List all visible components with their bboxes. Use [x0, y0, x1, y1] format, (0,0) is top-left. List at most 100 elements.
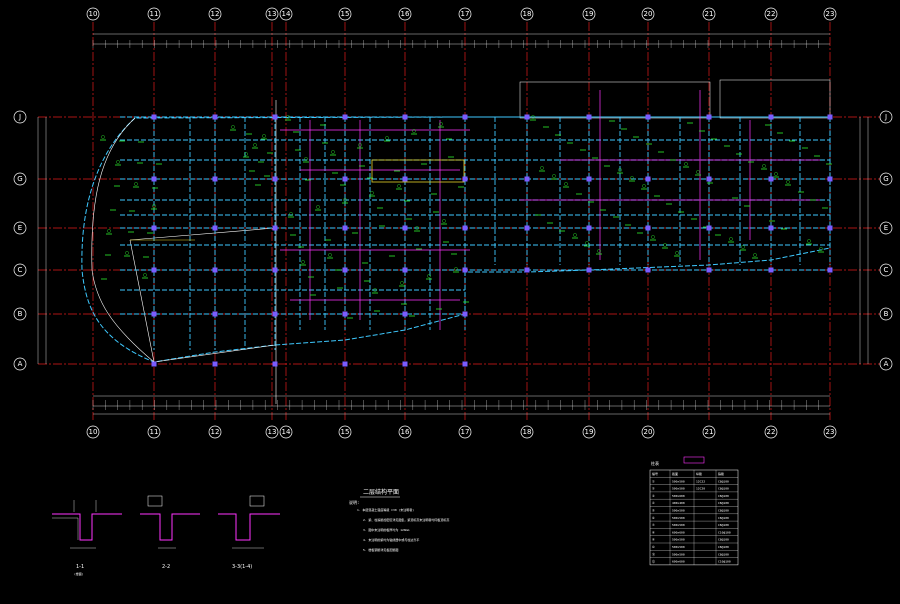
rebar-callout — [442, 219, 446, 223]
column — [645, 225, 651, 231]
column — [342, 267, 348, 273]
rebar-callout — [400, 281, 404, 285]
rebar-callout — [774, 172, 778, 176]
column — [768, 225, 774, 231]
column — [212, 176, 218, 182]
table-cell: 500x500 — [672, 516, 685, 520]
column — [272, 311, 278, 317]
column-schedule-table: 柱表 编号 截面 纵筋 箍筋 ① 500x500 12C22 C8@100 ② 500x500 12… — [649, 456, 739, 566]
section-detail-2: 2-2 — [140, 495, 200, 570]
table-cell: 500x600 — [672, 494, 685, 498]
column — [462, 311, 468, 317]
beam-layout — [120, 90, 831, 350]
column — [524, 225, 530, 231]
notes-heading: 说明: — [349, 499, 359, 505]
table-cell: C8@100 — [718, 523, 729, 527]
rebar-callout — [675, 251, 679, 255]
axis-bubble-label: 20 — [644, 10, 653, 18]
axis-bubble-label: 22 — [767, 428, 776, 436]
axis-bubble-label: 10 — [89, 10, 98, 18]
rebar-callout — [696, 170, 700, 174]
column — [342, 114, 348, 120]
axis-bubble-label: 18 — [523, 10, 532, 18]
axis-bubble-label: 12 — [211, 428, 220, 436]
table-cell: 纵筋 — [696, 471, 702, 476]
column — [586, 225, 592, 231]
column — [151, 176, 157, 182]
table-cell: 12C22 — [696, 479, 705, 483]
column — [151, 267, 157, 273]
axis-bubble-label: G — [883, 175, 888, 183]
section-label: 1-1 — [76, 564, 84, 570]
rebar-callout — [642, 184, 646, 188]
column — [212, 361, 218, 367]
column — [827, 225, 833, 231]
upper-wing-2 — [719, 79, 831, 119]
column — [524, 114, 530, 120]
table-cell: 500x500 — [672, 538, 685, 542]
column — [342, 311, 348, 317]
table-cell: C8@100 — [718, 552, 729, 556]
column — [151, 225, 157, 231]
table-cell: 12C20 — [696, 487, 705, 491]
cad-drawing-canvas: 10 10 11 11 12 12 13 13 14 14 15 15 16 16 17 17 18 18 19 19… — [13, 7, 893, 576]
rebar-callout — [143, 273, 147, 277]
axis-bubble-label: 22 — [767, 10, 776, 18]
rebar-callout — [573, 233, 577, 237]
section-label: 2-2 — [162, 564, 170, 570]
table-cell: ⑪ — [652, 551, 655, 556]
table-cell: ⑦ — [652, 523, 655, 527]
building-outline — [81, 79, 831, 404]
column — [706, 114, 712, 120]
dimension-lines — [37, 33, 869, 415]
axis-bubble-label: 15 — [341, 10, 350, 18]
rebar-callout — [301, 260, 305, 264]
rebar-callout — [116, 160, 120, 164]
note-line: 5. 楼板钢筋详见板配筋图 — [363, 547, 398, 552]
column — [402, 267, 408, 273]
table-cell: ⑨ — [652, 538, 655, 542]
column — [706, 225, 712, 231]
column — [212, 267, 218, 273]
column — [645, 114, 651, 120]
note-line: 4. 未注明的梁均为轴线居中或与柱边齐平 — [363, 537, 419, 542]
column — [272, 267, 278, 273]
section-sub: (楼面) — [74, 571, 84, 576]
table-cell: 500x500 — [672, 479, 685, 483]
rebar-callout — [729, 237, 733, 241]
column — [402, 361, 408, 367]
table-cell: ④ — [652, 501, 655, 505]
axis-bubble-label: 13 — [268, 428, 277, 436]
table-cell: C8@100 — [718, 494, 729, 498]
table-cell: ① — [652, 479, 655, 483]
table-legend-swatch — [683, 456, 705, 464]
column — [645, 176, 651, 182]
column — [151, 311, 157, 317]
rebar-callout — [540, 166, 544, 170]
note-line: 1. 本层混凝土强度等级 C30 (未注明者) — [357, 507, 414, 512]
axis-bubble-label: A — [884, 360, 889, 368]
column — [272, 225, 278, 231]
axis-bubble-label: J — [18, 113, 21, 121]
rebar-callout — [125, 251, 129, 255]
column — [151, 361, 157, 367]
table-cell: ⑥ — [652, 516, 655, 520]
axis-bubble-label: G — [17, 175, 22, 183]
table-cell: 500x500 — [672, 487, 685, 491]
table-cell: 截面 — [672, 471, 678, 476]
table-cell: C8@100 — [718, 487, 729, 491]
axis-bubble-label: 19 — [585, 428, 594, 436]
table-cell: C8@100 — [718, 545, 729, 549]
rebar-callout — [786, 180, 790, 184]
table-cell: 400x400 — [672, 501, 685, 505]
axis-bubble-label: C — [884, 266, 889, 274]
table-cell: C8@100 — [718, 501, 729, 505]
table-cell: 箍筋 — [718, 471, 724, 476]
rebar-callout — [585, 241, 589, 245]
rebar-callout — [134, 182, 138, 186]
column — [462, 176, 468, 182]
rebar-callout — [331, 150, 335, 154]
column — [827, 176, 833, 182]
rebar-callout — [316, 205, 320, 209]
column — [645, 267, 651, 273]
